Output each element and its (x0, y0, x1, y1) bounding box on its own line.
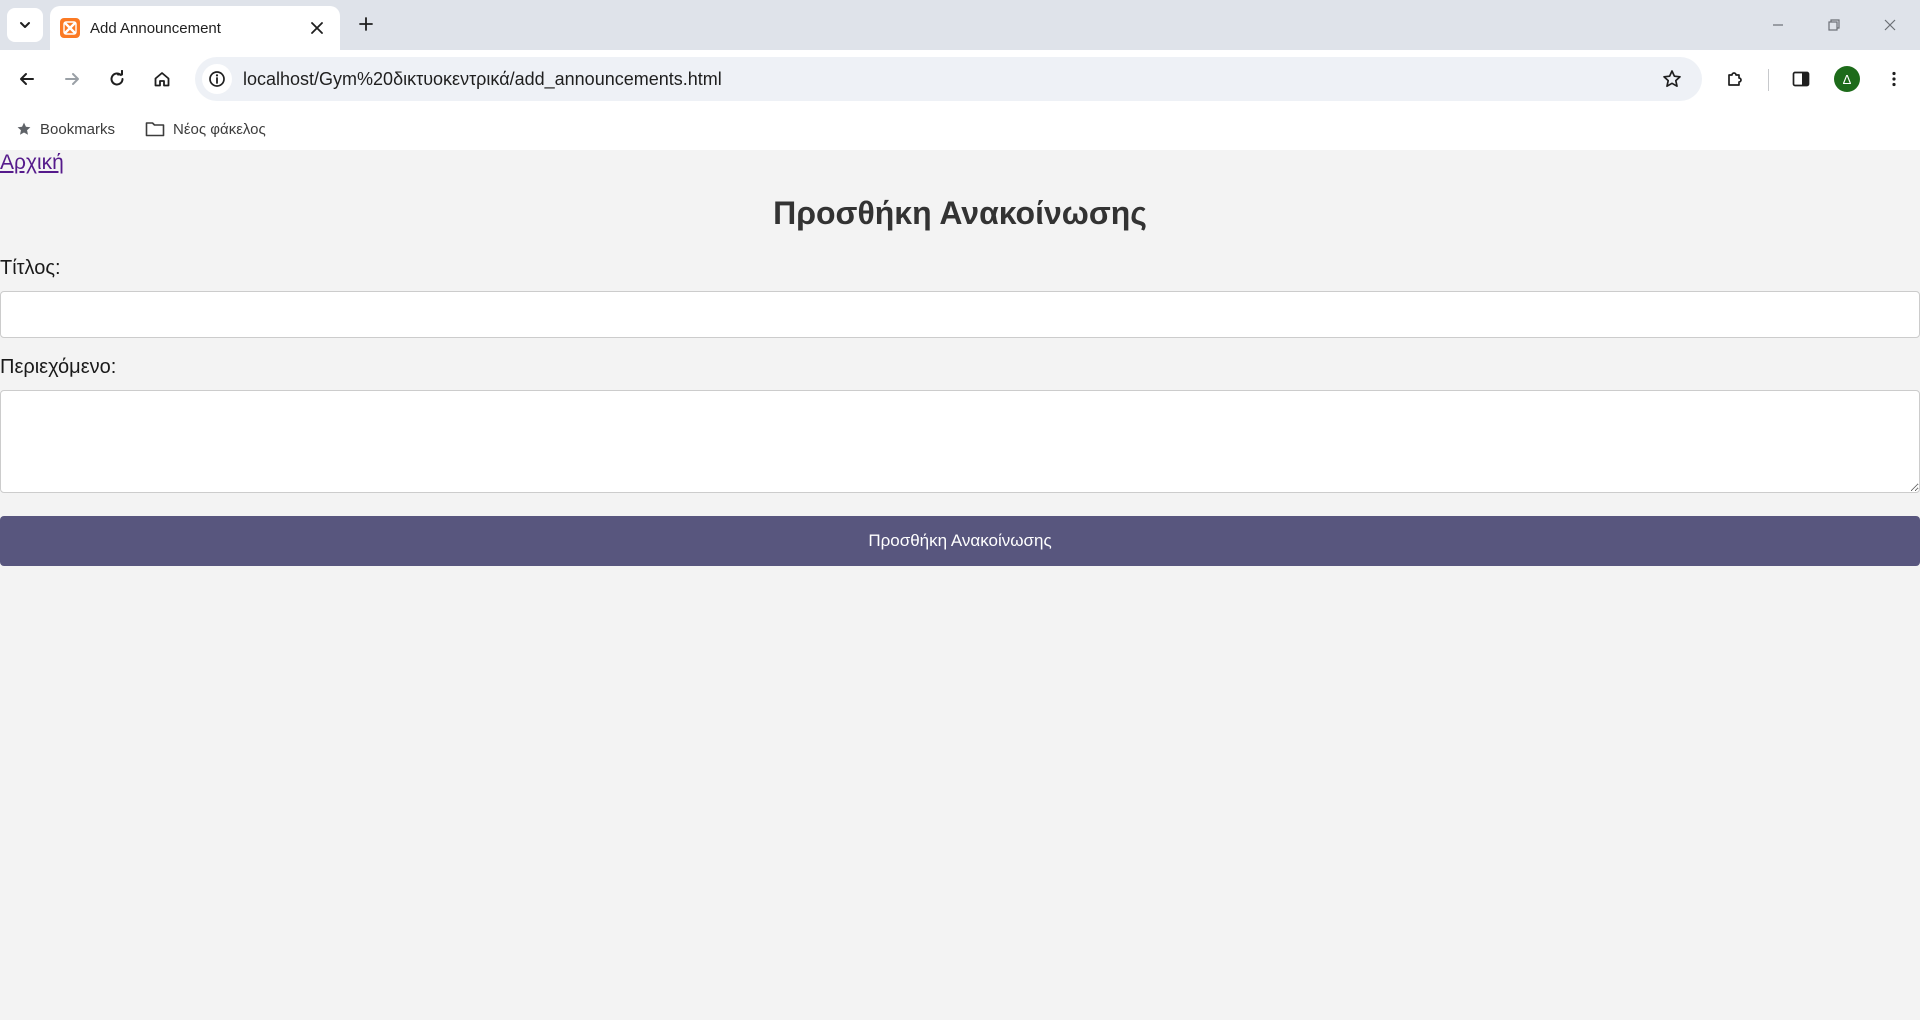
reload-icon (110, 70, 124, 86)
new-tab-button[interactable] (350, 8, 382, 40)
content-textarea[interactable] (0, 390, 1920, 493)
profile-avatar[interactable]: Δ (1834, 66, 1860, 92)
window-close-button[interactable] (1862, 0, 1918, 50)
bookmark-label: Bookmarks (40, 120, 116, 138)
url-text[interactable]: localhost/Gym%20δικτυοκεντρικά/add_annou… (243, 69, 1654, 90)
page-content: Αρχική Προσθήκη Ανακοίνωσης Τίτλος: Περι… (0, 150, 1920, 1020)
home-icon (154, 72, 170, 87)
home-link[interactable]: Αρχική (0, 151, 64, 175)
browser-toolbar: localhost/Gym%20δικτυοκεντρικά/add_annou… (0, 50, 1920, 108)
tab-search-button[interactable] (7, 8, 43, 42)
site-info-button[interactable] (202, 64, 232, 94)
tab-close-button[interactable] (306, 17, 328, 39)
minimize-button[interactable] (1750, 0, 1806, 50)
side-panel-button[interactable] (1783, 61, 1819, 97)
info-icon (209, 71, 225, 87)
browser-menu-button[interactable] (1876, 61, 1912, 97)
page-title: Προσθήκη Ανακοίνωσης (773, 195, 1147, 231)
xampp-favicon-icon (60, 18, 80, 38)
star-outline-icon (1663, 70, 1681, 88)
add-announcement-button[interactable]: Προσθήκη Ανακοίνωσης (0, 516, 1920, 566)
chevron-down-icon (20, 22, 30, 28)
forward-button[interactable] (54, 61, 90, 97)
arrow-left-icon (20, 73, 34, 85)
toolbar-divider (1768, 69, 1769, 91)
back-button[interactable] (9, 61, 45, 97)
plus-icon (359, 17, 373, 31)
close-icon (1884, 19, 1896, 31)
folder-icon (145, 122, 165, 137)
tab-title: Add Announcement (90, 19, 221, 37)
title-label: Τίτλος: (0, 257, 61, 279)
more-vertical-icon (1892, 71, 1896, 87)
restore-button[interactable] (1806, 0, 1862, 50)
bookmarks-menu[interactable]: Bookmarks (8, 114, 123, 144)
tab-strip: Add Announcement (0, 0, 1920, 50)
arrow-right-icon (65, 73, 79, 85)
extensions-button[interactable] (1717, 61, 1753, 97)
restore-icon (1828, 19, 1840, 31)
reload-button[interactable] (99, 61, 135, 97)
bookmark-star-button[interactable] (1654, 61, 1690, 97)
bookmark-folder[interactable]: Νέος φάκελος (137, 114, 274, 144)
close-icon (311, 22, 323, 34)
home-button[interactable] (144, 61, 180, 97)
star-icon (17, 122, 31, 135)
title-input[interactable] (0, 291, 1920, 338)
active-tab[interactable]: Add Announcement (50, 6, 340, 50)
bookmark-folder-label: Νέος φάκελος (173, 120, 266, 138)
side-panel-icon (1792, 71, 1810, 87)
content-label: Περιεχόμενο: (0, 356, 117, 378)
puzzle-icon (1728, 72, 1742, 86)
address-bar[interactable]: localhost/Gym%20δικτυοκεντρικά/add_annou… (195, 57, 1702, 101)
bookmarks-bar: Bookmarks Νέος φάκελος (0, 108, 1920, 150)
minimize-icon (1773, 24, 1783, 26)
